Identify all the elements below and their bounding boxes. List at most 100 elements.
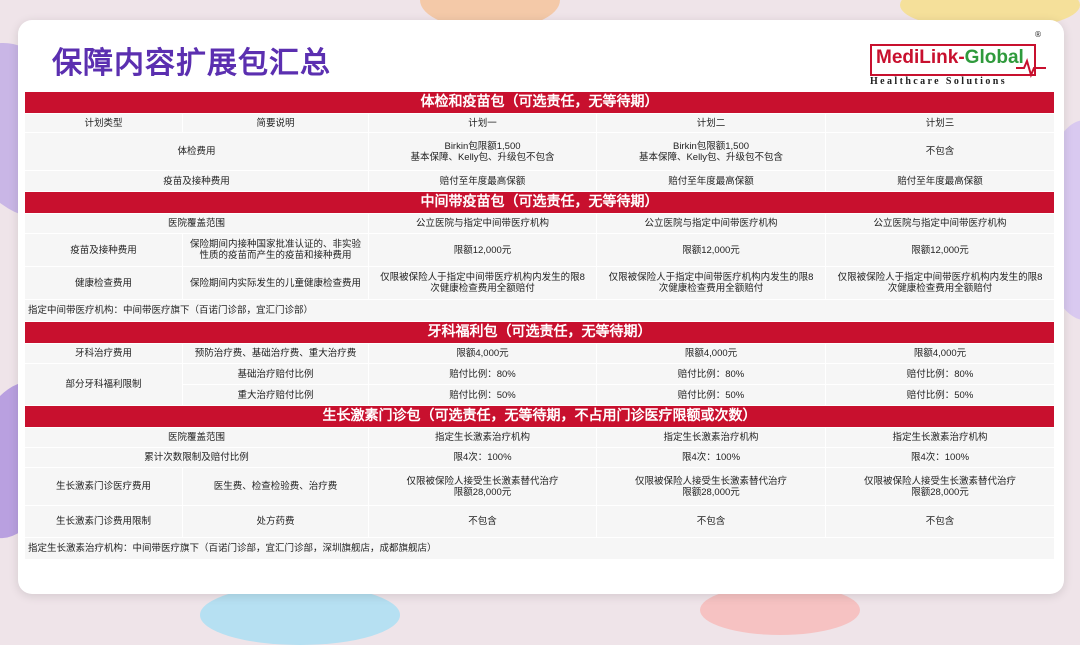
plan-2-value: 赔付比例：80% <box>596 363 826 385</box>
table-row: 医院覆盖范围 指定生长激素治疗机构 指定生长激素治疗机构 指定生长激素治疗机构 <box>24 427 1056 448</box>
section-header-dental-package: 牙科福利包（可选责任，无等待期） <box>23 321 1056 344</box>
cell-text: Birkin包限额1,500 基本保障、Kelly包、升级包不包含 <box>410 140 555 163</box>
plan-1-value: 仅限被保险人于指定中间带医疗机构内发生的限8 次健康检查费用全额赔付 <box>368 266 597 300</box>
benefit-summary-table: 体检和疫苗包（可选责任，无等待期） 计划类型 简要说明 计划一 计划二 计划三 … <box>23 91 1056 560</box>
table-note: 指定中间带医疗机构：中间带医疗旗下（百诺门诊部，宜汇门诊部） <box>23 299 1056 322</box>
table-note-row: 指定中间带医疗机构：中间带医疗旗下（百诺门诊部，宜汇门诊部） <box>23 299 1056 322</box>
column-header-plan-type: 计划类型 <box>24 113 183 133</box>
row-label: 体检费用 <box>24 132 369 171</box>
table-row: 健康检查费用 保险期间内实际发生的儿童健康检查费用 仅限被保险人于指定中间带医疗… <box>24 266 1056 300</box>
column-header-plan-3: 计划三 <box>824 113 1056 133</box>
logo-tagline: Healthcare Solutions <box>870 76 1007 87</box>
page-title: 保障内容扩展包汇总 <box>52 46 331 81</box>
background-shape <box>200 585 400 645</box>
plan-3-value: 公立医院与指定中间带医疗机构 <box>824 213 1056 234</box>
plan-1-value: 限额12,000元 <box>368 233 597 267</box>
plan-2-value: 仅限被保险人接受生长激素替代治疗 限额28,000元 <box>596 467 826 506</box>
heartbeat-line-icon <box>1016 58 1046 78</box>
plan-1-value: 限4次：100% <box>368 447 597 468</box>
table-note-row: 指定生长激素治疗机构：中间带医疗旗下（百诺门诊部，宜汇门诊部，深圳旗舰店，成都旗… <box>23 537 1056 560</box>
plan-1-value: 限额4,000元 <box>368 343 597 364</box>
logo-word-red: MediLink- <box>876 47 965 68</box>
plan-3-value: 限额4,000元 <box>824 343 1056 364</box>
plan-3-value: 限4次：100% <box>824 447 1056 468</box>
plan-3-value: 不包含 <box>824 505 1056 538</box>
plan-2-value: 限4次：100% <box>596 447 826 468</box>
plan-3-value: 不包含 <box>824 132 1056 171</box>
table-header-row: 计划类型 简要说明 计划一 计划二 计划三 <box>24 113 1056 133</box>
row-label: 医院覆盖范围 <box>24 213 369 234</box>
plan-1-value: 赔付至年度最高保额 <box>368 170 597 192</box>
table-row: 体检费用 Birkin包限额1,500 基本保障、Kelly包、升级包不包含 B… <box>24 132 1056 171</box>
plan-1-value: 赔付比例：80% <box>368 363 597 385</box>
logo-frame: MediLink-Global <box>870 44 1036 76</box>
cell-text: 仅限被保险人接受生长激素替代治疗 限额28,000元 <box>634 475 787 498</box>
plan-3-value: 赔付比例：50% <box>824 384 1056 406</box>
section-header-growth-hormone-package: 生长激素门诊包（可选责任，无等待期，不占用门诊医疗限额或次数） <box>23 405 1056 428</box>
logo-word-green: Global <box>964 47 1024 68</box>
section-header-checkup-vaccine: 体检和疫苗包（可选责任，无等待期） <box>23 91 1056 114</box>
row-label: 生长激素门诊医疗费用 <box>24 467 183 506</box>
plan-2-value: 赔付至年度最高保额 <box>596 170 826 192</box>
cell-text: 仅限被保险人于指定中间带医疗机构内发生的限8 次健康检查费用全额赔付 <box>380 272 585 294</box>
row-description: 预防治疗费、基础治疗费、重大治疗费 <box>182 343 369 364</box>
brand-logo: MediLink-Global ® Healthcare Solutions <box>866 30 1046 90</box>
section-title: 体检和疫苗包（可选责任，无等待期） <box>23 91 1056 114</box>
column-header-plan-2: 计划二 <box>596 113 826 133</box>
row-label: 医院覆盖范围 <box>24 427 369 448</box>
plan-2-value: 仅限被保险人于指定中间带医疗机构内发生的限8 次健康检查费用全额赔付 <box>596 266 826 300</box>
plan-1-value: 赔付比例：50% <box>368 384 597 406</box>
plan-2-value: 不包含 <box>596 505 826 538</box>
plan-2-value: 指定生长激素治疗机构 <box>596 427 826 448</box>
row-label: 生长激素门诊费用限制 <box>24 505 183 538</box>
cell-text: 仅限被保险人于指定中间带医疗机构内发生的限8 次健康检查费用全额赔付 <box>837 272 1043 294</box>
plan-1-value: 指定生长激素治疗机构 <box>368 427 597 448</box>
plan-2-value: 限额4,000元 <box>596 343 826 364</box>
plan-3-value: 仅限被保险人于指定中间带医疗机构内发生的限8 次健康检查费用全额赔付 <box>824 266 1056 300</box>
row-label: 疫苗及接种费用 <box>24 233 183 267</box>
table-row: 医院覆盖范围 公立医院与指定中间带医疗机构 公立医院与指定中间带医疗机构 公立医… <box>24 213 1056 234</box>
column-header-description: 简要说明 <box>182 113 369 133</box>
column-header-plan-1: 计划一 <box>368 113 597 133</box>
row-label: 部分牙科福利限制 <box>24 363 183 406</box>
section-title: 中间带疫苗包（可选责任，无等待期） <box>23 191 1056 214</box>
plan-2-value: Birkin包限额1,500 基本保障、Kelly包、升级包不包含 <box>596 132 826 171</box>
row-description: 处方药费 <box>182 505 369 538</box>
plan-3-value: 赔付至年度最高保额 <box>824 170 1056 192</box>
logo-wordmark: MediLink-Global <box>876 47 1024 69</box>
table-row: 累计次数限制及赔付比例 限4次：100% 限4次：100% 限4次：100% <box>24 447 1056 468</box>
plan-2-value: 限额12,000元 <box>596 233 826 267</box>
cell-text: Birkin包限额1,500 基本保障、Kelly包、升级包不包含 <box>638 140 784 163</box>
row-description: 医生费、检查检验费、治疗费 <box>182 467 369 506</box>
table-row: 牙科治疗费用 预防治疗费、基础治疗费、重大治疗费 限额4,000元 限额4,00… <box>24 343 1056 364</box>
row-label: 牙科治疗费用 <box>24 343 183 364</box>
row-label: 健康检查费用 <box>24 266 183 300</box>
cell-text: 仅限被保险人接受生长激素替代治疗 限额28,000元 <box>864 475 1017 498</box>
plan-3-value: 限额12,000元 <box>824 233 1056 267</box>
row-label: 累计次数限制及赔付比例 <box>24 447 369 468</box>
plan-2-value: 赔付比例：50% <box>596 384 826 406</box>
plan-1-value: 公立医院与指定中间带医疗机构 <box>368 213 597 234</box>
registered-mark: ® <box>1034 30 1042 39</box>
cell-text: 仅限被保险人于指定中间带医疗机构内发生的限8 次健康检查费用全额赔付 <box>608 272 814 294</box>
table-row: 部分牙科福利限制 基础治疗赔付比例 赔付比例：80% 赔付比例：80% 赔付比例… <box>24 363 1056 406</box>
table-note: 指定生长激素治疗机构：中间带医疗旗下（百诺门诊部，宜汇门诊部，深圳旗舰店，成都旗… <box>23 537 1056 560</box>
plan-3-value: 指定生长激素治疗机构 <box>824 427 1056 448</box>
table-row: 生长激素门诊医疗费用 医生费、检查检验费、治疗费 仅限被保险人接受生长激素替代治… <box>24 467 1056 506</box>
section-title: 牙科福利包（可选责任，无等待期） <box>23 321 1056 344</box>
plan-3-value: 赔付比例：80% <box>824 363 1056 385</box>
row-description: 基础治疗赔付比例 <box>182 363 369 385</box>
plan-1-value: Birkin包限额1,500 基本保障、Kelly包、升级包不包含 <box>368 132 597 171</box>
row-description: 重大治疗赔付比例 <box>182 384 369 406</box>
section-header-vaccine-package: 中间带疫苗包（可选责任，无等待期） <box>23 191 1056 214</box>
plan-3-value: 仅限被保险人接受生长激素替代治疗 限额28,000元 <box>824 467 1056 506</box>
cell-text: 保险期间内接种国家批准认证的、非实验 性质的疫苗而产生的疫苗和接种费用 <box>189 239 361 261</box>
row-description: 保险期间内实际发生的儿童健康检查费用 <box>182 266 369 300</box>
section-title: 生长激素门诊包（可选责任，无等待期，不占用门诊医疗限额或次数） <box>23 405 1056 428</box>
cell-text: 仅限被保险人接受生长激素替代治疗 限额28,000元 <box>406 475 559 498</box>
plan-1-value: 不包含 <box>368 505 597 538</box>
row-description: 保险期间内接种国家批准认证的、非实验 性质的疫苗而产生的疫苗和接种费用 <box>182 233 369 267</box>
plan-1-value: 仅限被保险人接受生长激素替代治疗 限额28,000元 <box>368 467 597 506</box>
row-label: 疫苗及接种费用 <box>24 170 369 192</box>
table-row: 疫苗及接种费用 保险期间内接种国家批准认证的、非实验 性质的疫苗而产生的疫苗和接… <box>24 233 1056 267</box>
